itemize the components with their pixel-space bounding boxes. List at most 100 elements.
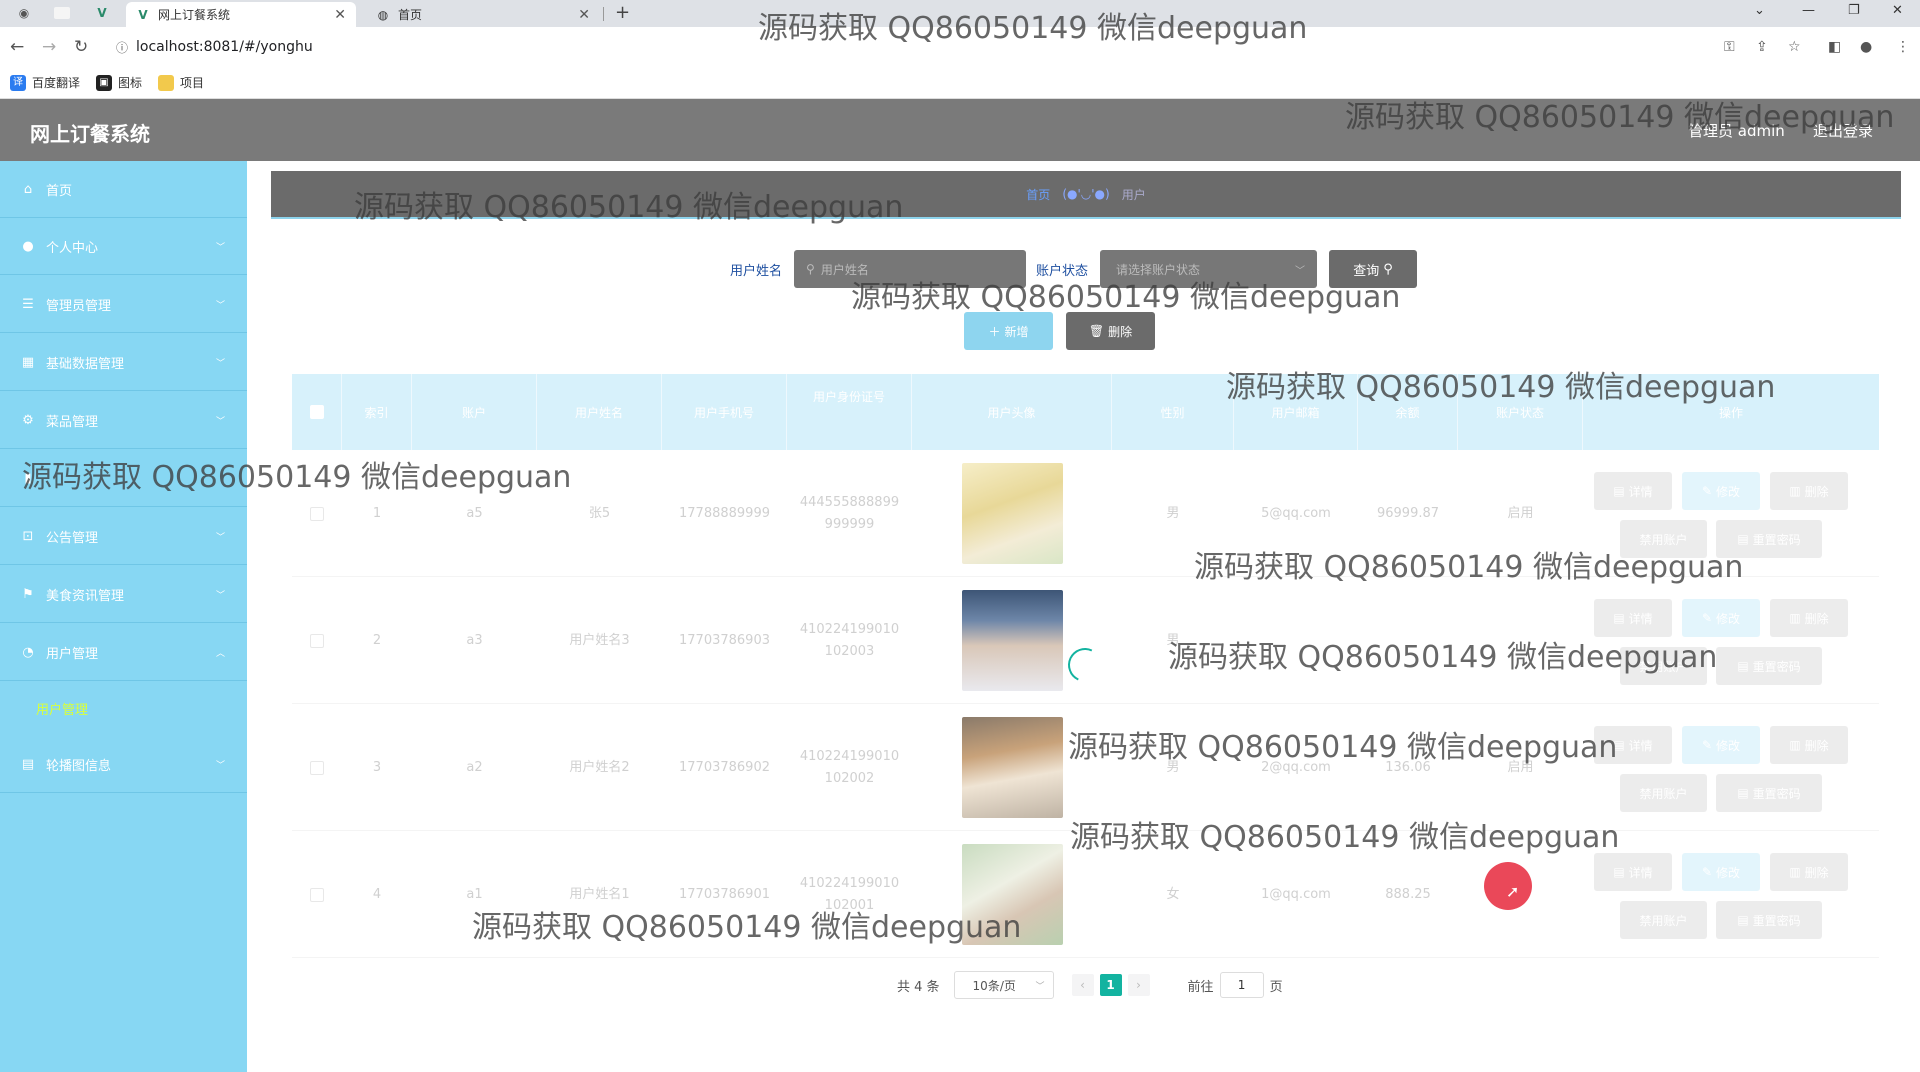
idcard-line: 102003	[824, 643, 875, 659]
column-header: 性别	[1112, 374, 1234, 450]
row-checkbox[interactable]	[310, 760, 324, 775]
next-page-button[interactable]: ›	[1127, 974, 1150, 996]
kebab-menu-icon[interactable]: ⋮	[1896, 39, 1910, 55]
pagination: 共 4 条 10条/页 ﹀ ‹ 1 › 前往 1 页	[897, 970, 1283, 1000]
edit-label: 修改	[1716, 738, 1741, 753]
idcard-line: 102002	[824, 770, 875, 786]
reset-label: 重置密码	[1752, 532, 1801, 547]
reset-password-button[interactable]: ▤ 重置密码	[1716, 647, 1822, 685]
page-suffix: 页	[1269, 979, 1283, 995]
watermark: 源码获取 QQ86050149 微信deepguan	[1345, 100, 1895, 135]
tab-active[interactable]: V 网上订餐系统 ✕	[126, 2, 356, 27]
delete-label: 删除	[1804, 865, 1829, 880]
close-tab-icon[interactable]: ✕	[334, 7, 346, 23]
idcard-line: 999999	[824, 516, 875, 532]
vue-favicon-icon[interactable]: V	[94, 5, 110, 21]
sidebar-item-dishes[interactable]: ⚙ 菜品管理 ﹀	[0, 392, 247, 449]
sidebar-item-admin[interactable]: ☰ 管理员管理 ﹀	[0, 276, 247, 333]
delete-row-button[interactable]: ▥ 删除	[1770, 599, 1848, 637]
disable-account-button[interactable]: 禁用账户	[1620, 901, 1707, 939]
sidebar-item-profile[interactable]: ● 个人中心 ﹀	[0, 218, 247, 275]
forward-icon[interactable]: →	[42, 37, 56, 57]
column-header: 用户手机号	[662, 374, 787, 450]
edit-button[interactable]: ✎ 修改	[1682, 726, 1760, 764]
bookmark-item[interactable]: 译 百度翻译	[10, 74, 80, 91]
bookmark-item[interactable]: ▣ 图标	[96, 74, 142, 91]
edit-icon: ✎	[1701, 484, 1713, 498]
chevron-down-icon: ﹀	[215, 416, 225, 427]
reset-password-button[interactable]: ▤ 重置密码	[1716, 901, 1822, 939]
avatar[interactable]	[961, 463, 1063, 564]
disable-account-button[interactable]: 禁用账户	[1620, 774, 1707, 812]
sidebar-item-label: 轮播图信息	[46, 758, 112, 774]
sidebar-item-food-news[interactable]: ⚑ 美食资讯管理 ﹀	[0, 566, 247, 623]
tab-thumbnail-icon[interactable]	[54, 7, 70, 19]
column-header: 用户身份证号	[787, 374, 912, 450]
tab-inactive[interactable]: ◍ 首页 ✕	[366, 2, 600, 27]
add-button[interactable]: ＋ 新增	[964, 312, 1053, 350]
sidebar-item-home[interactable]: ⌂ 首页	[0, 161, 247, 218]
doc-icon: ▤	[1737, 659, 1749, 673]
avatar[interactable]	[961, 717, 1063, 818]
goto-page-input[interactable]: 1	[1219, 972, 1264, 998]
cell-idcard: 410224199010 102003	[787, 577, 912, 704]
edit-button[interactable]: ✎ 修改	[1682, 472, 1760, 510]
crop-icon: ⊡	[22, 528, 34, 544]
app-title: 网上订餐系统	[30, 122, 150, 146]
key-icon[interactable]: ⚿	[1724, 39, 1735, 55]
row-checkbox[interactable]	[310, 887, 324, 902]
site-info-icon[interactable]: ⓘ	[116, 39, 128, 56]
bookmark-item[interactable]: 项目	[158, 74, 204, 91]
trash-icon: ▥	[1789, 865, 1801, 879]
sidebar-item-users[interactable]: ◔ 用户管理 ︿	[0, 624, 247, 681]
cell-phone: 17788889999	[679, 505, 770, 521]
cell-avatar	[912, 450, 1112, 577]
detail-button[interactable]: ▤ 详情	[1594, 472, 1672, 510]
sidebar-item-basedata[interactable]: ▦ 基础数据管理 ﹀	[0, 334, 247, 391]
restore-button[interactable]: ❐	[1848, 3, 1860, 18]
breadcrumb-home[interactable]: 首页	[1026, 186, 1050, 203]
browser-menu-icon[interactable]: ◉	[16, 5, 32, 21]
detail-button[interactable]: ▤ 详情	[1594, 853, 1672, 891]
back-icon[interactable]: ←	[10, 37, 24, 57]
sidebar-item-notices[interactable]: ⊡ 公告管理 ﹀	[0, 508, 247, 565]
select-all-checkbox[interactable]	[309, 405, 324, 419]
row-checkbox-cell	[292, 831, 342, 958]
watermark: 源码获取 QQ86050149 微信deepguan	[851, 280, 1401, 315]
row-checkbox[interactable]	[310, 506, 324, 521]
delete-label: 删除	[1804, 611, 1829, 626]
profile-icon[interactable]: ●	[1860, 39, 1872, 55]
edit-button[interactable]: ✎ 修改	[1682, 853, 1760, 891]
sidepanel-icon[interactable]: ◧	[1828, 39, 1841, 55]
reload-icon[interactable]: ↻	[74, 37, 88, 57]
page-number-active[interactable]: 1	[1099, 974, 1122, 996]
new-tab-button[interactable]: +	[615, 2, 630, 23]
sidebar-subitem-users[interactable]: 用户管理	[0, 680, 247, 736]
delete-row-button[interactable]: ▥ 删除	[1770, 726, 1848, 764]
sidebar-item-label: 基础数据管理	[46, 356, 125, 372]
idcard-line: 444555888899	[799, 494, 900, 510]
close-window-button[interactable]: ✕	[1892, 3, 1903, 18]
cell-index: 3	[372, 759, 382, 775]
idcard-line: 410224199010	[799, 875, 900, 891]
page-size-select[interactable]: 10条/页 ﹀	[953, 971, 1054, 999]
bookmark-star-icon[interactable]: ☆	[1788, 39, 1801, 55]
delete-row-button[interactable]: ▥ 删除	[1770, 472, 1848, 510]
row-checkbox[interactable]	[310, 633, 324, 648]
reset-password-button[interactable]: ▤ 重置密码	[1716, 774, 1822, 812]
prev-page-button[interactable]: ‹	[1071, 974, 1094, 996]
delete-row-button[interactable]: ▥ 删除	[1770, 853, 1848, 891]
close-tab-icon[interactable]: ✕	[578, 7, 590, 23]
cell-account: a2	[466, 759, 483, 775]
share-icon[interactable]: ⇪	[1756, 39, 1768, 55]
bookmark-label: 图标	[118, 76, 143, 90]
batch-delete-button[interactable]: 🗑 删除	[1066, 312, 1155, 350]
watermark: 源码获取 QQ86050149 微信deepguan	[1070, 820, 1620, 855]
tab-search-icon[interactable]: ⌄	[1754, 3, 1765, 18]
chevron-down-icon: ﹀	[215, 242, 225, 253]
gauge-icon: ◔	[22, 644, 34, 660]
sidebar-item-carousel[interactable]: ▤ 轮播图信息 ﹀	[0, 736, 247, 793]
minimize-button[interactable]: —	[1802, 3, 1815, 18]
watermark: 源码获取 QQ86050149 微信deepguan	[472, 910, 1022, 945]
avatar[interactable]	[961, 590, 1063, 691]
